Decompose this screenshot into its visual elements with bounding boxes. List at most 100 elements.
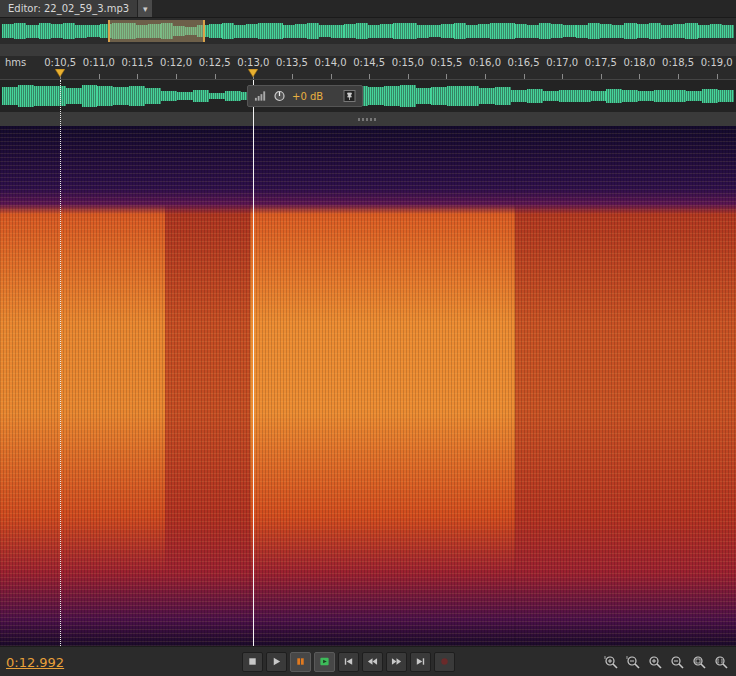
overview-wave-segment (246, 24, 258, 38)
wave-segment (654, 90, 670, 101)
overview-wave-segment (51, 24, 63, 38)
tick-label: 0:19,0 (701, 57, 733, 68)
wave-segment (34, 86, 50, 105)
wave-segment (209, 93, 225, 99)
waveform[interactable]: +0 dB (0, 80, 736, 112)
marker-flag-icon[interactable] (55, 69, 65, 78)
overview-wave-segment (502, 23, 514, 40)
time-display[interactable]: 0:12.992 (6, 655, 64, 670)
tick-mark (639, 74, 640, 79)
zoom-controls (604, 655, 730, 669)
overview-wave-segment (600, 24, 612, 38)
volume-knob-icon[interactable] (273, 90, 286, 102)
pause-button[interactable] (290, 652, 311, 672)
wave-segment (97, 86, 113, 105)
overview-wave-segment (576, 25, 588, 38)
wave-segment (161, 91, 177, 101)
skip-start-button[interactable] (338, 652, 359, 672)
file-menu-button[interactable]: ▾ (137, 0, 152, 17)
wave-segment (400, 85, 416, 107)
wave-segment (368, 87, 384, 105)
time-ruler[interactable]: hms0:10,50:11,00:11,50:12,00:12,50:13,00… (0, 56, 736, 80)
overview-wave-segment (454, 23, 466, 39)
tick-mark (601, 74, 602, 79)
tick-label: 0:14,0 (315, 57, 347, 68)
record-button[interactable] (434, 652, 455, 672)
wave-segment (638, 91, 654, 101)
overview-wave-segment (209, 24, 221, 38)
volume-reading: +0 dB (292, 91, 323, 102)
forward-button[interactable] (386, 652, 407, 672)
transport-bar: 0:12.992 (0, 646, 736, 676)
overview-wave-segment (356, 23, 368, 39)
editor-tab[interactable]: Editor: 22_02_59_3.mp3 (0, 0, 137, 17)
tick-mark (717, 74, 718, 79)
overview-wave-segment (515, 24, 527, 38)
tick-label: 0:11,5 (121, 57, 153, 68)
wave-segment (177, 92, 193, 100)
wave-segment (591, 91, 607, 101)
wave-segment (606, 89, 622, 103)
overview-wave-segment (405, 23, 417, 39)
overview-wave-segment (319, 25, 331, 37)
marker-line[interactable] (60, 80, 61, 646)
wave-segment (50, 86, 66, 107)
overview-wave-segment (14, 23, 26, 39)
zoom-out-amplitude-icon[interactable] (626, 655, 640, 669)
pause-icon (295, 656, 306, 667)
zoom-in-time-icon[interactable] (648, 655, 662, 669)
panel-splitter[interactable] (0, 112, 736, 126)
main-wave (2, 80, 734, 112)
zoom-out-time-icon[interactable] (670, 655, 684, 669)
zoom-selection-icon[interactable] (714, 655, 728, 669)
spectrogram-segment (0, 126, 165, 646)
overview-wave-segment (295, 24, 307, 38)
zoom-full-icon[interactable] (692, 655, 706, 669)
tick-mark (446, 74, 447, 79)
marker-flag-icon[interactable] (248, 69, 258, 78)
stop-button[interactable] (242, 652, 263, 672)
overview-wave-segment (368, 25, 380, 38)
overview-wave-segment (563, 25, 575, 37)
tick-mark (292, 74, 293, 79)
rewind-button[interactable] (362, 652, 383, 672)
wave-segment (225, 91, 241, 101)
visible-range[interactable] (108, 20, 205, 42)
overview-wave-segment (441, 24, 453, 38)
overview-wave-segment (270, 23, 282, 39)
play-button[interactable] (266, 652, 287, 672)
spectral-display[interactable] (0, 126, 736, 646)
tick-mark (408, 74, 409, 79)
wave-segment (670, 90, 686, 103)
skip-start-icon (343, 656, 354, 667)
overview-waveform[interactable] (0, 18, 736, 44)
overview-wave-segment (710, 24, 722, 38)
loop-button[interactable] (314, 652, 335, 672)
tick-label: 0:13,0 (237, 57, 269, 68)
volume-hud[interactable]: +0 dB (247, 85, 363, 107)
tick-mark (176, 74, 177, 79)
tick-label: 0:15,0 (392, 57, 424, 68)
tick-mark (678, 74, 679, 79)
tick-label: 0:12,0 (160, 57, 192, 68)
audio-editor: Editor: 22_02_59_3.mp3▾hms0:10,50:11,00:… (0, 0, 736, 676)
tick-mark (331, 74, 332, 79)
playhead-line[interactable] (253, 80, 254, 646)
wave-segment (559, 90, 575, 103)
overview-wave-segment (661, 25, 673, 38)
wave-segment (463, 86, 479, 105)
tick-mark (137, 74, 138, 79)
overview-wave-segment (429, 25, 441, 37)
pin-icon[interactable] (343, 90, 356, 102)
overview-wave-segment (466, 25, 478, 38)
overview-wave-segment (222, 23, 234, 39)
wave-segment (66, 88, 82, 104)
wave-segment (686, 91, 702, 101)
timeline-area: hms0:10,50:11,00:11,50:12,00:12,50:13,00… (0, 56, 736, 646)
skip-end-button[interactable] (410, 652, 431, 672)
zoom-in-amplitude-icon[interactable] (604, 655, 618, 669)
wave-segment (2, 87, 18, 105)
overview-wave-segment (234, 25, 246, 38)
tick-label: 0:15,5 (430, 57, 462, 68)
tick-label: 0:10,5 (44, 57, 76, 68)
